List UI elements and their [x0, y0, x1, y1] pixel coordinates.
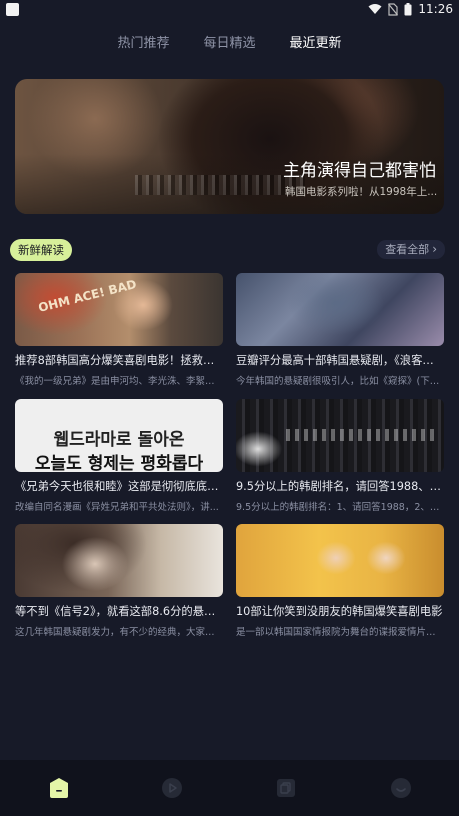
battery-icon — [404, 2, 412, 15]
nav-home[interactable] — [47, 776, 71, 800]
article-description: 改编自同名漫画《异姓兄弟和平共处法则》，讲... — [15, 502, 219, 513]
view-all-label: 查看全部 — [385, 243, 430, 256]
article-title: 10部让你笑到没朋友的韩国爆笑喜剧电影 — [236, 605, 443, 618]
banner-subtitle: 韩国电影系列啦！从1998年上... — [285, 186, 437, 198]
profile-icon — [391, 778, 411, 798]
status-icons: 11:26 — [368, 2, 453, 16]
article-description: 是一部以韩国国家情报院为舞台的谍报爱情片，"... — [236, 627, 444, 638]
article-title: 豆瓣评分最高十部韩国悬疑剧，《浪客行... — [236, 354, 444, 367]
top-tabs: 热门推荐 每日精选 最近更新 — [0, 32, 459, 51]
clock: 11:26 — [418, 2, 453, 16]
article-card[interactable]: 웹드라마로 돌아온 오늘도 형제는 평화롭다 《兄弟今天也很和睦》这部是彻彻底底… — [15, 399, 223, 513]
tab-hot-recommend[interactable]: 热门推荐 — [117, 32, 169, 51]
article-thumbnail — [15, 524, 223, 597]
article-title: 推荐8部韩国高分爆笑喜剧电影！拯救你的... — [15, 354, 223, 367]
article-card[interactable]: 豆瓣评分最高十部韩国悬疑剧，《浪客行... 今年韩国的悬疑剧很吸引人，比如《窥探… — [236, 273, 444, 387]
article-card[interactable]: 10部让你笑到没朋友的韩国爆笑喜剧电影 是一部以韩国国家情报院为舞台的谍报爱情片… — [236, 524, 444, 638]
article-card[interactable]: 9.5分以上的韩剧排名，请回答1988、搞笑... 9.5分以上的韩剧排名：1、… — [236, 399, 444, 513]
section-badge: 新鲜解读 — [10, 239, 72, 261]
thumbnail-glitch — [286, 429, 436, 441]
article-thumbnail — [236, 273, 444, 346]
article-description: 《我的一级兄弟》是由申河均、李光洙、李絮主... — [15, 376, 223, 387]
play-icon — [162, 778, 182, 798]
thumbnail-text: 오늘도 형제는 평화롭다 — [34, 454, 204, 472]
featured-banner[interactable]: 主角演得自己都害怕 韩国电影系列啦！从1998年上... — [15, 79, 444, 214]
article-title: 等不到《信号2》，就看这部8.6分的悬疑... — [15, 605, 223, 618]
article-description: 这几年韩国悬疑剧发力，有不少的经典，大家各... — [15, 627, 223, 638]
article-thumbnail — [236, 524, 444, 597]
article-card[interactable]: OHM ACE! BAD 推荐8部韩国高分爆笑喜剧电影！拯救你的... 《我的一… — [15, 273, 223, 387]
tab-daily-picks[interactable]: 每日精选 — [203, 32, 255, 51]
article-thumbnail — [236, 399, 444, 472]
thumbnail-text: OHM ACE! BAD — [36, 277, 138, 315]
article-title: 9.5分以上的韩剧排名，请回答1988、搞笑... — [236, 480, 444, 493]
nav-copy[interactable] — [274, 776, 298, 800]
tab-recent-updates[interactable]: 最近更新 — [290, 32, 342, 51]
thumbnail-text: 웹드라마로 돌아온 — [53, 430, 185, 450]
article-description: 今年韩国的悬疑剧很吸引人，比如《窥探》(下周... — [236, 376, 444, 387]
article-thumbnail: OHM ACE! BAD — [15, 273, 223, 346]
article-card[interactable]: 等不到《信号2》，就看这部8.6分的悬疑... 这几年韩国悬疑剧发力，有不少的经… — [15, 524, 223, 638]
nav-play[interactable] — [160, 776, 184, 800]
article-description: 9.5分以上的韩剧排名：1、请回答1988，2、搞笑... — [236, 502, 444, 513]
view-all-button[interactable]: 查看全部 › — [377, 240, 445, 259]
article-title: 《兄弟今天也很和睦》这部是彻彻底底的... — [15, 480, 223, 493]
home-icon — [50, 778, 68, 798]
wifi-icon — [368, 4, 382, 14]
no-sim-icon — [388, 2, 399, 16]
banner-title: 主角演得自己都害怕 — [283, 161, 436, 181]
copy-icon — [277, 779, 295, 797]
status-bar: 11:26 — [0, 0, 459, 20]
chevron-right-icon: › — [432, 242, 437, 256]
notification-icon — [6, 3, 19, 16]
article-thumbnail: 웹드라마로 돌아온 오늘도 형제는 평화롭다 — [15, 399, 223, 472]
nav-profile[interactable] — [389, 776, 413, 800]
bottom-navigation — [0, 760, 459, 816]
